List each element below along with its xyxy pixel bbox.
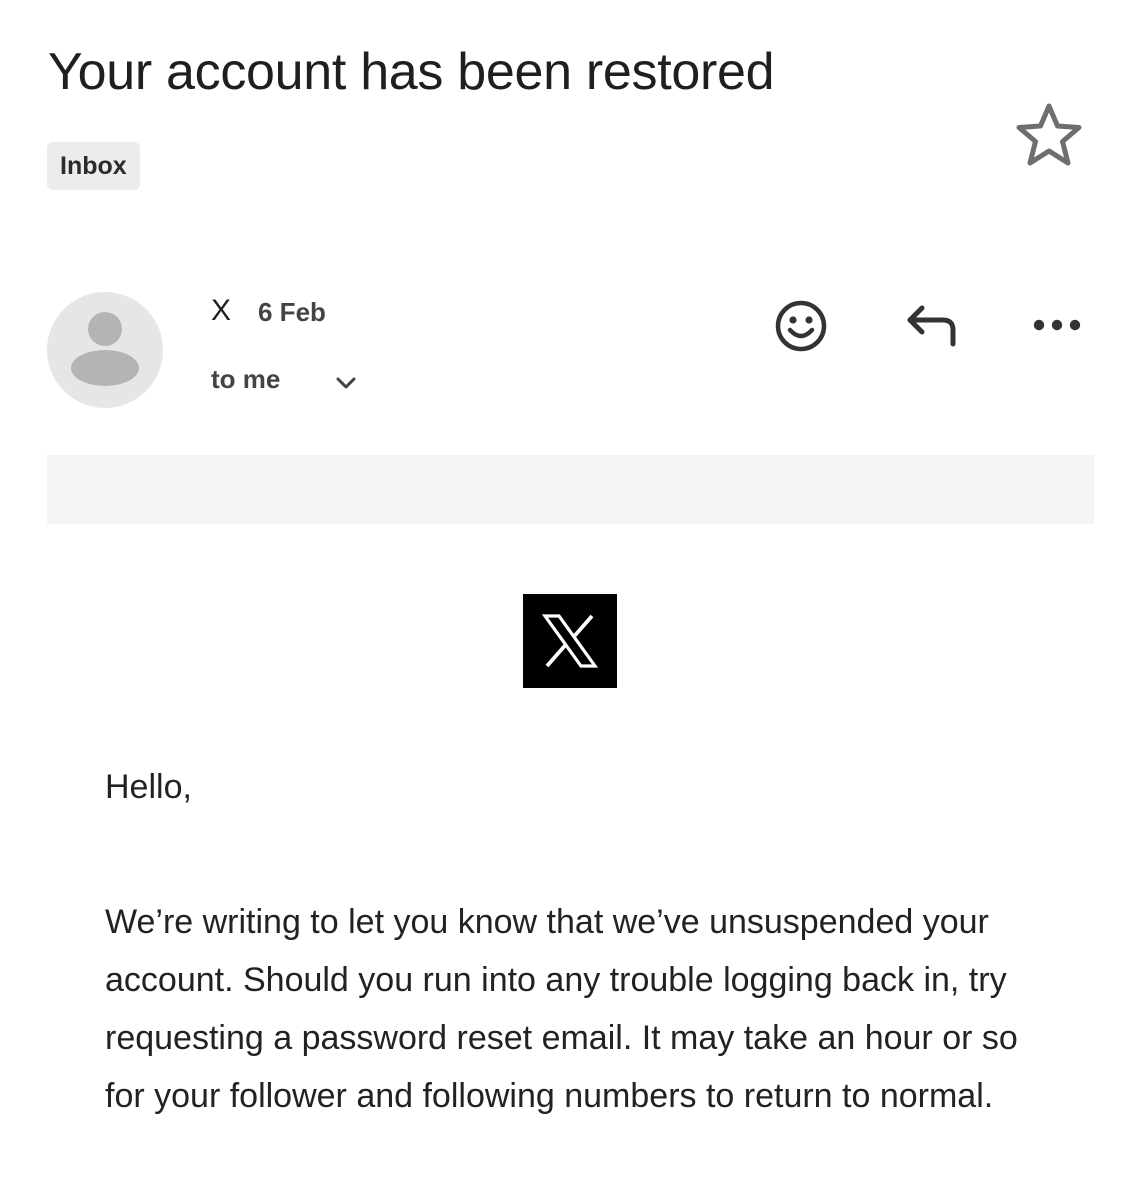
reply-icon[interactable] [900,300,962,352]
sent-date: 6 Feb [258,297,326,327]
sender-avatar [47,292,163,408]
recipient-text[interactable]: to me [211,364,280,395]
body-paragraph: We’re writing to let you know that we’ve… [105,903,1018,1115]
x-logo [523,594,617,688]
smiley-icon[interactable] [772,297,830,355]
sender-name[interactable]: X [211,294,231,328]
email-header-banner [47,455,1094,524]
chevron-down-icon[interactable] [333,372,359,394]
more-horizontal-icon[interactable] [1028,312,1086,338]
star-icon[interactable] [1012,100,1086,170]
person-icon [71,312,139,386]
greeting-text: Hello, [105,768,192,806]
inbox-label-chip[interactable]: Inbox [47,142,140,190]
x-logo-glyph [541,614,599,668]
email-subject: Your account has been restored [48,43,775,101]
